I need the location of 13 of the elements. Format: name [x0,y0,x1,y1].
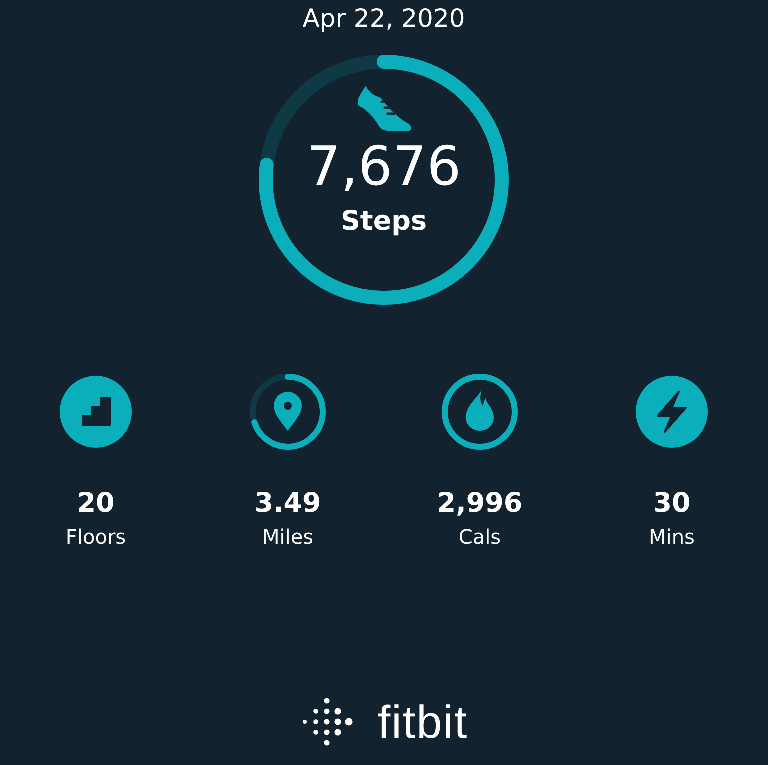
stat-label: Miles [262,525,314,549]
date-label: Apr 22, 2020 [302,4,466,35]
stat-label: Floors [66,525,126,549]
stat-value: 30 [653,490,691,517]
shoe-icon [356,86,412,132]
steps-label: Steps [340,206,428,237]
stat-value: 3.49 [254,490,322,517]
stat-label: Cals [458,525,502,549]
stat-label: Mins [649,525,695,549]
stat-value: 20 [77,490,115,517]
stat-value: 2,996 [437,490,523,517]
brand-logo: fitbit [378,695,468,749]
steps-count: 7,676 [306,140,462,194]
